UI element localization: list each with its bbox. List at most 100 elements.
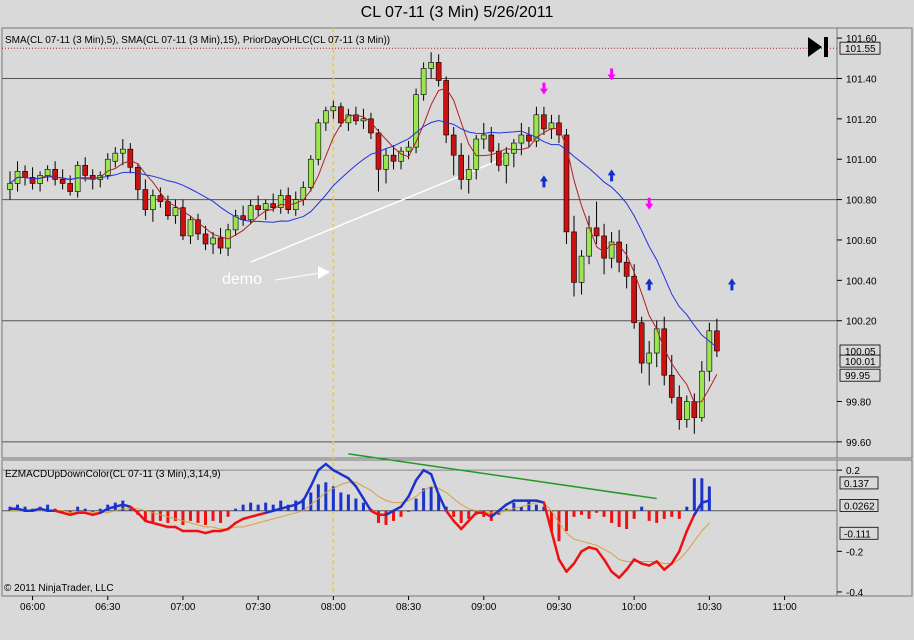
histogram-bar-up: [512, 502, 516, 511]
candle-up[interactable]: [37, 175, 43, 184]
candle-up[interactable]: [511, 142, 517, 154]
histogram-bar-down: [211, 510, 215, 521]
time-tick-label: 07:30: [246, 602, 271, 613]
histogram-bar-up: [256, 504, 260, 511]
candle-up[interactable]: [646, 352, 653, 364]
candle-down[interactable]: [668, 374, 675, 398]
candle-down[interactable]: [255, 205, 261, 210]
candle-down[interactable]: [157, 195, 164, 202]
histogram-bar-up: [707, 486, 711, 511]
histogram-bar-down: [632, 510, 636, 519]
histogram-bar-up: [640, 506, 644, 511]
histogram-bar-down: [219, 510, 223, 523]
candle-down[interactable]: [676, 397, 683, 420]
price-tick-label: 100.20: [846, 317, 877, 328]
candle-up[interactable]: [112, 152, 119, 162]
candle-down[interactable]: [571, 231, 577, 283]
macd-tick-label: -0.4: [846, 588, 864, 599]
candle-down[interactable]: [202, 233, 209, 245]
candle-down[interactable]: [390, 154, 397, 162]
candle-down[interactable]: [270, 203, 277, 208]
price-panel[interactable]: [1, 27, 838, 459]
candle-down[interactable]: [217, 237, 224, 249]
candle-up[interactable]: [307, 158, 314, 188]
candle-down[interactable]: [623, 261, 630, 277]
candle-up[interactable]: [120, 148, 126, 154]
candle-up[interactable]: [699, 370, 705, 418]
candle-up[interactable]: [44, 169, 51, 176]
candle-up[interactable]: [465, 169, 472, 180]
candle-down[interactable]: [691, 401, 698, 418]
candle-down[interactable]: [338, 106, 344, 124]
histogram-bar-down: [376, 510, 380, 523]
candle-down[interactable]: [488, 134, 495, 152]
candle-up[interactable]: [360, 118, 367, 122]
candle-down[interactable]: [285, 195, 292, 210]
candle-up[interactable]: [172, 207, 179, 217]
candle-up[interactable]: [683, 401, 690, 420]
candle-down[interactable]: [127, 148, 134, 168]
candle-down[interactable]: [593, 227, 600, 237]
histogram-bar-up: [264, 502, 268, 511]
candle-down[interactable]: [450, 134, 457, 156]
candle-up[interactable]: [420, 68, 427, 95]
candle-down[interactable]: [714, 330, 720, 352]
candle-down[interactable]: [52, 169, 58, 180]
candle-up[interactable]: [405, 146, 412, 152]
price-indicator-label: SMA(CL 07-11 (3 Min),5), SMA(CL 07-11 (3…: [5, 35, 390, 46]
candle-down[interactable]: [67, 183, 73, 192]
candle-down[interactable]: [22, 171, 28, 178]
candle-up[interactable]: [503, 152, 510, 166]
macd-tick-label: 0.2: [846, 466, 860, 477]
candle-down[interactable]: [526, 134, 532, 142]
candle-down[interactable]: [435, 62, 442, 81]
histogram-bar-down: [647, 510, 651, 521]
candle-down[interactable]: [631, 276, 637, 324]
candle-up[interactable]: [413, 94, 419, 148]
histogram-bar-down: [655, 510, 659, 523]
histogram-bar-up: [527, 500, 531, 511]
candle-down[interactable]: [541, 114, 547, 130]
candle-up[interactable]: [323, 110, 329, 124]
histogram-bar-up: [414, 498, 418, 511]
candle-up[interactable]: [330, 106, 337, 112]
chart-canvas[interactable]: 101.60101.40101.20101.00100.80100.60100.…: [0, 0, 914, 640]
candle-up[interactable]: [187, 219, 194, 237]
candle-down[interactable]: [638, 322, 645, 364]
candle-up[interactable]: [518, 134, 525, 144]
candle-down[interactable]: [458, 154, 465, 180]
candle-down[interactable]: [135, 166, 141, 190]
histogram-bar-down: [452, 510, 456, 517]
candle-up[interactable]: [315, 122, 322, 160]
candle-down[interactable]: [142, 189, 149, 210]
histogram-bar-down: [617, 510, 621, 527]
candle-up[interactable]: [383, 154, 389, 170]
indicator-panel[interactable]: [1, 459, 838, 597]
candle-up[interactable]: [7, 183, 13, 190]
candle-up[interactable]: [480, 134, 487, 140]
candle-up[interactable]: [706, 330, 713, 372]
candle-up[interactable]: [150, 195, 156, 210]
histogram-bar-down: [459, 510, 463, 523]
candle-up[interactable]: [473, 138, 480, 170]
histogram-bar-down: [181, 510, 185, 525]
candle-down[interactable]: [82, 164, 88, 176]
candle-up[interactable]: [428, 62, 434, 69]
candle-up[interactable]: [247, 205, 254, 221]
histogram-bar-up: [346, 494, 350, 511]
candle-up[interactable]: [578, 255, 585, 283]
histogram-bar-up: [83, 508, 87, 511]
candle-down[interactable]: [495, 150, 502, 166]
candle-up[interactable]: [292, 199, 299, 210]
histogram-bar-down: [158, 510, 162, 521]
candle-down[interactable]: [601, 235, 607, 259]
candle-down[interactable]: [195, 219, 201, 235]
candle-up[interactable]: [210, 237, 216, 245]
candle-up[interactable]: [262, 203, 269, 210]
histogram-bar-up: [324, 482, 328, 511]
time-tick-label: 11:00: [772, 602, 797, 613]
histogram-bar-up: [692, 478, 696, 511]
candle-down[interactable]: [59, 179, 66, 184]
price-marker-label: 101.55: [845, 44, 876, 55]
price-marker-label: 100.01: [845, 357, 876, 368]
